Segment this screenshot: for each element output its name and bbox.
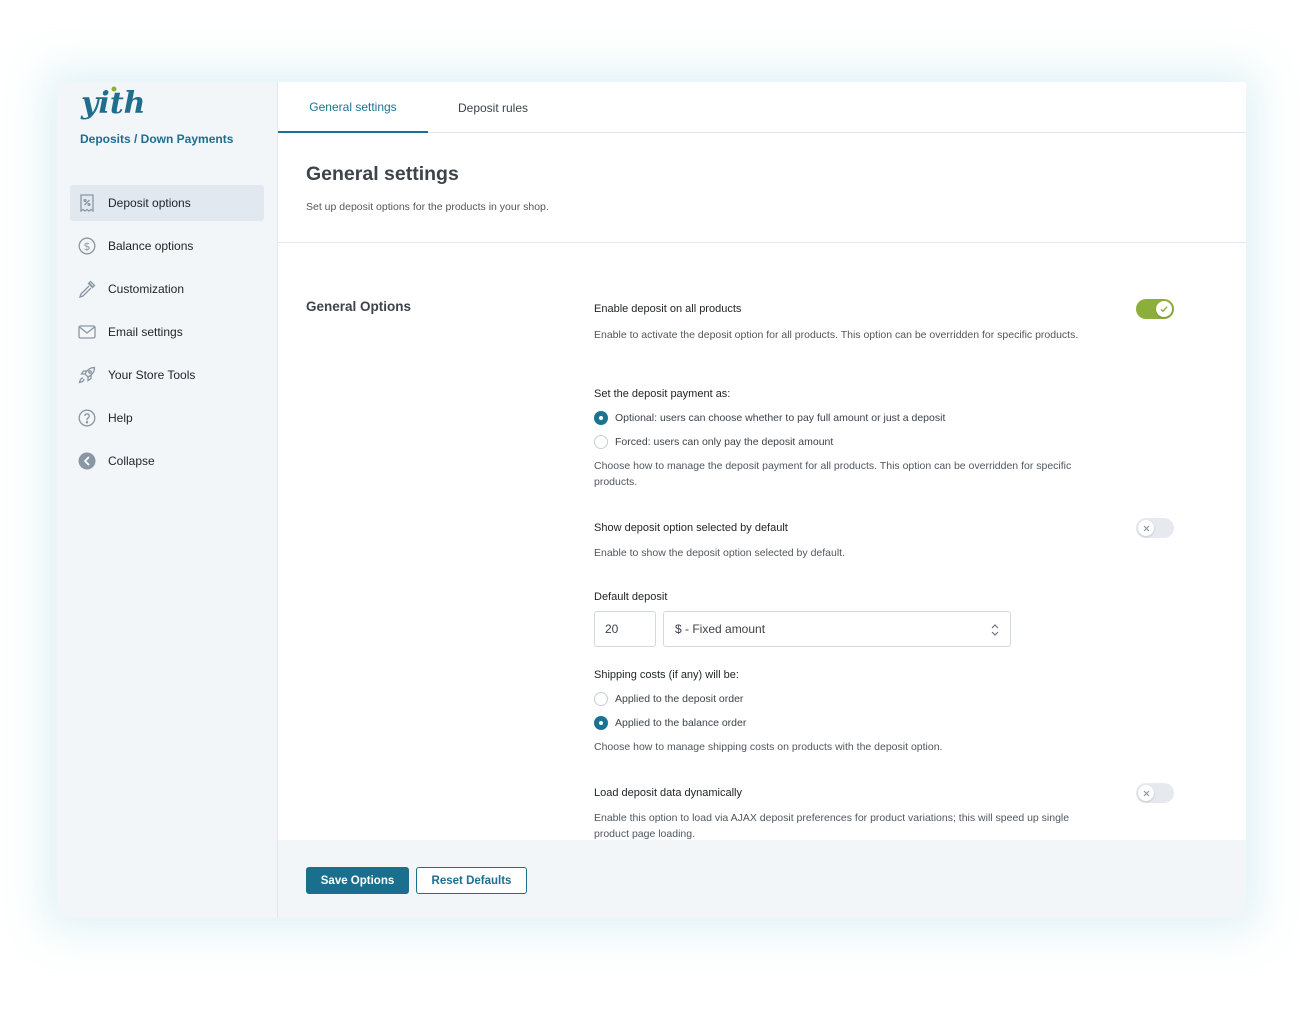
sidebar-item-label: Deposit options (108, 196, 191, 210)
load-dynamic-description: Enable this option to load via AJAX depo… (594, 812, 1070, 840)
rocket-icon (78, 366, 96, 384)
selected-default-label: Show deposit option selected by default (594, 522, 788, 534)
shipping-deposit-radio[interactable]: Applied to the deposit order (594, 691, 743, 707)
arrow-left-circle-icon (78, 452, 96, 470)
sidebar-item-email-settings[interactable]: Email settings (70, 314, 264, 350)
sidebar-item-deposit-options[interactable]: Deposit options (70, 185, 264, 221)
section-title: General Options (306, 299, 412, 314)
enable-all-toggle[interactable] (1136, 299, 1174, 319)
radio-button[interactable] (594, 692, 608, 706)
shipping-description: Choose how to manage shipping costs on p… (594, 741, 943, 753)
page-title: General settings (306, 163, 459, 185)
radio-label: Applied to the deposit order (615, 693, 744, 705)
sidebar-item-balance-options[interactable]: $ Balance options (70, 228, 264, 264)
payment-as-description: Choose how to manage the deposit payment… (594, 460, 1072, 488)
sidebar: yith Deposits / Down Payments Deposit op… (57, 82, 277, 918)
sidebar-item-label: Help (108, 411, 133, 425)
load-dynamic-toggle[interactable] (1136, 783, 1174, 803)
selected-default-description: Enable to show the deposit option select… (594, 547, 846, 559)
sidebar-item-collapse[interactable]: Collapse (70, 443, 264, 479)
radio-label: Optional: users can choose whether to pa… (615, 412, 946, 424)
check-icon (1156, 301, 1172, 317)
plugin-panel: yith Deposits / Down Payments Deposit op… (57, 82, 1246, 918)
dollar-circle-icon: $ (78, 237, 96, 255)
tab-bar: General settings Deposit rules (278, 82, 1246, 133)
x-icon (1138, 520, 1154, 536)
chevron-updown-icon (991, 624, 999, 636)
sidebar-item-label: Customization (108, 282, 185, 296)
deposit-amount-input[interactable] (594, 611, 656, 647)
sidebar-item-customization[interactable]: Customization (70, 271, 264, 307)
svg-text:yith: yith (80, 86, 146, 121)
sidebar-item-label: Email settings (108, 325, 183, 339)
sidebar-item-help[interactable]: Help (70, 400, 264, 436)
radio-button[interactable] (594, 716, 608, 730)
sidebar-item-label: Balance options (108, 239, 194, 253)
payment-as-label: Set the deposit payment as: (594, 388, 731, 400)
radio-label: Applied to the balance order (615, 717, 747, 729)
question-circle-icon (78, 409, 96, 427)
load-dynamic-label: Load deposit data dynamically (594, 787, 742, 799)
reset-defaults-button[interactable]: Reset Defaults (416, 867, 527, 894)
tab-general-settings[interactable]: General settings (278, 82, 428, 133)
svg-text:$: $ (84, 240, 91, 253)
sidebar-nav: Deposit options $ Balance options Custom… (70, 185, 264, 486)
radio-button[interactable] (594, 411, 608, 425)
radio-label: Forced: users can only pay the deposit a… (615, 436, 834, 448)
x-icon (1138, 785, 1154, 801)
page-description: Set up deposit options for the products … (306, 201, 549, 213)
tab-deposit-rules[interactable]: Deposit rules (428, 82, 558, 133)
receipt-percent-icon (78, 194, 96, 212)
selected-default-toggle[interactable] (1136, 518, 1174, 538)
envelope-icon (78, 323, 96, 341)
select-value: $ - Fixed amount (675, 622, 766, 636)
eyedropper-icon (78, 280, 96, 298)
shipping-balance-radio[interactable]: Applied to the balance order (594, 715, 746, 731)
plugin-name: Deposits / Down Payments (80, 132, 234, 146)
sidebar-item-store-tools[interactable]: Your Store Tools (70, 357, 264, 393)
main-content: General settings Deposit rules General s… (277, 82, 1246, 918)
default-deposit-label: Default deposit (594, 591, 668, 603)
shipping-label: Shipping costs (if any) will be: (594, 669, 739, 681)
enable-all-description: Enable to activate the deposit option fo… (594, 329, 1079, 341)
sidebar-item-label: Your Store Tools (108, 368, 196, 382)
payment-forced-radio[interactable]: Forced: users can only pay the deposit a… (594, 434, 833, 450)
enable-all-label: Enable deposit on all products (594, 303, 742, 315)
footer-bar: Save Options Reset Defaults (278, 840, 1246, 918)
yith-logo: yith (80, 86, 146, 121)
sidebar-item-label: Collapse (108, 454, 155, 468)
deposit-type-select[interactable]: $ - Fixed amount (663, 611, 1011, 647)
divider (278, 242, 1246, 243)
payment-optional-radio[interactable]: Optional: users can choose whether to pa… (594, 410, 945, 426)
radio-button[interactable] (594, 435, 608, 449)
save-options-button[interactable]: Save Options (306, 867, 409, 894)
